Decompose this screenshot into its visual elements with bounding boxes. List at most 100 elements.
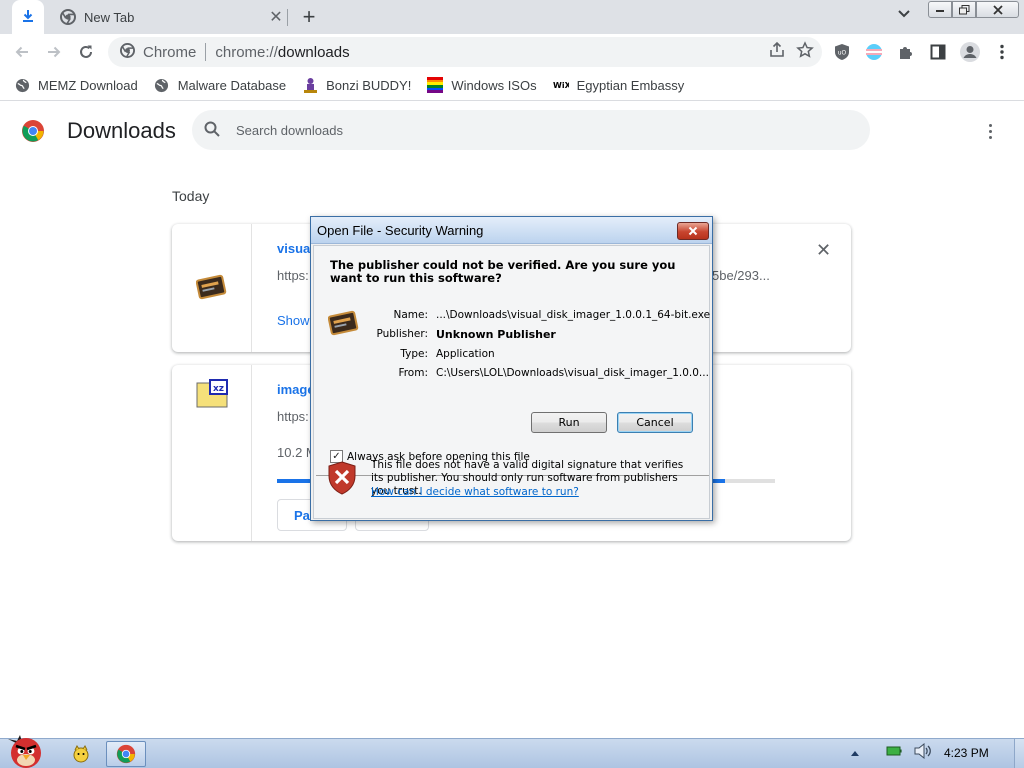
dialog-title: Open File - Security Warning <box>317 223 484 238</box>
tab-search-button[interactable] <box>892 6 916 28</box>
puzzle-icon <box>900 47 912 59</box>
trans-flag-icon <box>866 44 882 60</box>
chrome-logo-icon <box>21 119 45 146</box>
file-icon-column <box>172 224 252 352</box>
chrome-menu-button[interactable] <box>990 40 1014 64</box>
xz-archive-icon: xz <box>196 379 230 412</box>
clock[interactable]: 4:23 PM <box>944 746 989 760</box>
taskbar-chrome-button[interactable] <box>106 741 146 767</box>
chrome-site-icon <box>120 43 135 61</box>
info-from-row: From: C:\Users\LOL\Downloads\visual_disk_… <box>398 367 709 379</box>
back-button[interactable] <box>10 40 34 64</box>
bookmark-malware-database[interactable]: Malware Database <box>154 77 286 93</box>
dialog-titlebar[interactable]: Open File - Security Warning <box>311 217 712 244</box>
cancel-button[interactable]: Cancel <box>617 412 693 433</box>
search-icon <box>204 121 220 140</box>
run-button[interactable]: Run <box>531 412 607 433</box>
date-header: Today <box>172 188 210 204</box>
minimize-button[interactable] <box>928 1 952 18</box>
ublock-extension-button[interactable]: uO <box>830 40 854 64</box>
download-icon <box>21 9 35 26</box>
search-downloads[interactable] <box>192 110 870 150</box>
help-link[interactable]: How can I decide what software to run? <box>371 486 579 498</box>
back-arrow-icon <box>15 46 28 58</box>
profile-button[interactable] <box>958 40 982 64</box>
taskbar-app-icon[interactable] <box>62 741 100 767</box>
forward-arrow-icon <box>48 46 61 58</box>
taskbar: 4:23 PM <box>0 735 1024 768</box>
restore-icon <box>958 4 969 14</box>
file-url[interactable]: https: <box>277 268 309 283</box>
bonzi-icon <box>302 77 318 93</box>
svg-text:WiX: WiX <box>553 81 569 90</box>
page-title: Downloads <box>67 118 176 143</box>
battery-icon[interactable] <box>886 745 902 760</box>
show-desktop-button[interactable] <box>1014 739 1024 768</box>
bookmark-windows-isos[interactable]: Windows ISOs <box>427 77 537 93</box>
downloads-header: Downloads <box>0 102 1024 160</box>
bookmarks-bar: MEMZ Download Malware Database Bonzi BUD… <box>0 70 1024 101</box>
tab-new-tab[interactable]: New Tab ✕ <box>52 0 286 34</box>
close-tab-icon[interactable]: ✕ <box>266 7 286 27</box>
tab-downloads[interactable] <box>12 0 44 34</box>
close-window-button[interactable] <box>976 1 1019 18</box>
file-name-link[interactable]: visual <box>277 241 314 256</box>
remove-download-icon[interactable]: ✕ <box>816 240 831 261</box>
rainbow-flag-icon <box>427 77 444 93</box>
url-text: chrome://downloads <box>215 43 350 61</box>
bookmark-egyptian-embassy[interactable]: WiX Egyptian Embassy <box>553 77 685 93</box>
extensions-button[interactable] <box>894 40 918 64</box>
downloads-menu-button[interactable] <box>980 120 1000 142</box>
dialog-question: The publisher could not be verified. Are… <box>330 258 676 285</box>
chevron-down-icon <box>898 10 910 18</box>
close-icon <box>992 4 1003 15</box>
restore-button[interactable] <box>952 1 976 18</box>
start-button-angry-bird-icon[interactable] <box>2 729 50 768</box>
volume-icon[interactable] <box>914 742 932 762</box>
address-bar[interactable]: Chrome chrome://downloads <box>108 37 822 67</box>
forward-button[interactable] <box>42 40 66 64</box>
bookmark-star-icon[interactable] <box>796 41 814 62</box>
show-in-folder-link[interactable]: Show <box>277 313 310 328</box>
disk-imager-icon <box>195 272 228 305</box>
shield-extension-icon: uO <box>835 44 849 60</box>
globe-icon <box>14 77 30 93</box>
wix-icon: WiX <box>553 77 569 93</box>
new-tab-button[interactable]: + <box>296 4 322 30</box>
show-hidden-icons-icon[interactable] <box>850 745 860 760</box>
close-icon <box>688 226 698 236</box>
dialog-close-button[interactable] <box>677 222 709 240</box>
security-shield-icon <box>327 461 357 499</box>
share-icon[interactable] <box>768 41 786 62</box>
tab-title: New Tab <box>84 9 135 25</box>
side-panel-icon <box>930 44 946 60</box>
omnibox-divider <box>205 43 207 61</box>
info-name-row: Name: ...\Downloads\visual_disk_imager_1.… <box>393 309 711 321</box>
file-url-tail: 5be/293... <box>712 268 770 283</box>
info-type-row: Type: Application <box>400 348 495 360</box>
info-publisher-row: Publisher: Unknown Publisher <box>376 328 556 341</box>
globe-icon <box>154 77 170 93</box>
flag-extension-button[interactable] <box>862 40 886 64</box>
security-warning-dialog: Open File - Security Warning The publish… <box>310 216 713 521</box>
bookmark-bonzi-buddy[interactable]: Bonzi BUDDY! <box>302 77 411 93</box>
browser-toolbar: Chrome chrome://downloads uO <box>0 34 1024 70</box>
file-icon-column: xz <box>172 365 252 541</box>
side-panel-button[interactable] <box>926 40 950 64</box>
reload-icon <box>80 45 92 58</box>
chrome-icon <box>60 9 76 25</box>
chrome-icon <box>116 744 136 764</box>
svg-text:uO: uO <box>838 50 847 57</box>
avatar-icon <box>960 42 980 62</box>
bookmark-memz-download[interactable]: MEMZ Download <box>14 77 138 93</box>
kebab-menu-icon <box>1000 44 1004 60</box>
search-input[interactable] <box>236 122 796 138</box>
svg-text:xz: xz <box>213 384 224 394</box>
reload-button[interactable] <box>74 40 98 64</box>
minimize-icon <box>936 9 944 12</box>
system-tray <box>850 742 932 762</box>
file-url[interactable]: https: <box>277 409 309 424</box>
tab-separator <box>287 9 288 26</box>
file-name-link[interactable]: image <box>277 382 315 397</box>
tab-strip: New Tab ✕ + <box>0 0 1024 34</box>
